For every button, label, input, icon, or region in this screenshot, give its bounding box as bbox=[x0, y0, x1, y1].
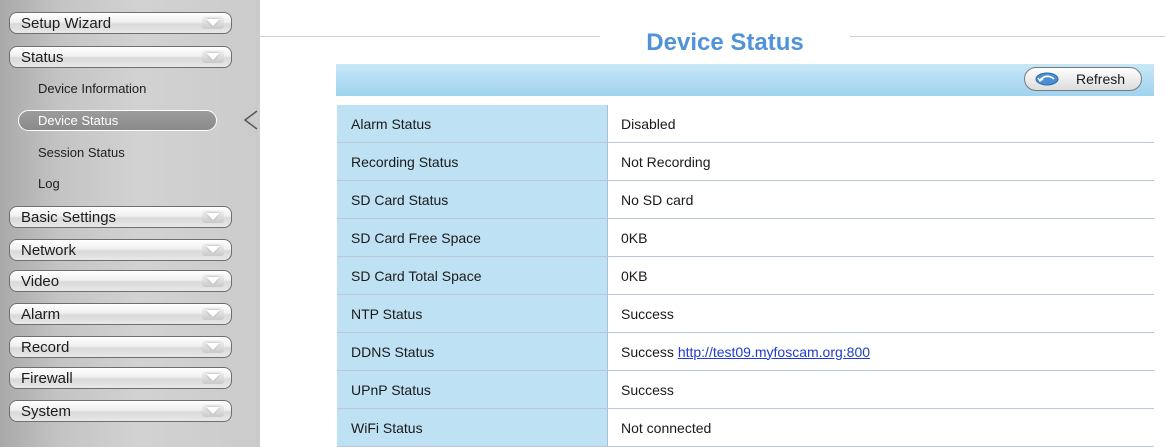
table-row: UPnP Status Success bbox=[337, 370, 1154, 409]
menu-label: Record bbox=[21, 339, 70, 356]
status-value: Success bbox=[607, 370, 1154, 409]
menu-label: Firewall bbox=[21, 370, 73, 387]
menu-sub-session-status[interactable]: Session Status bbox=[38, 145, 125, 160]
menu-label: Alarm bbox=[21, 306, 61, 323]
chevron-down-icon bbox=[202, 404, 224, 417]
status-label: SD Card Status bbox=[337, 180, 608, 219]
status-value-text: 0KB bbox=[621, 267, 648, 284]
menu-label: System bbox=[21, 403, 72, 420]
ddns-link[interactable]: http://test09.myfoscam.org:800 bbox=[678, 344, 870, 360]
status-value-text: Success bbox=[621, 381, 674, 398]
menu-label: Video bbox=[21, 273, 60, 290]
menu-sub-label: Device Status bbox=[38, 113, 119, 128]
status-value-text: Success bbox=[621, 343, 674, 360]
chevron-down-icon bbox=[202, 340, 224, 353]
status-value: No SD card bbox=[607, 180, 1154, 219]
status-value: Success http://test09.myfoscam.org:800 bbox=[607, 332, 1154, 371]
device-status-table: Alarm Status Disabled Recording Status Not … bbox=[337, 105, 1154, 447]
status-value-text: 0KB bbox=[621, 229, 648, 246]
table-row: SD Card Total Space 0KB bbox=[337, 256, 1154, 295]
menu-network[interactable]: Network bbox=[9, 239, 232, 261]
chevron-down-icon bbox=[202, 16, 224, 29]
status-value: Not Recording bbox=[607, 142, 1154, 181]
menu-label: Status bbox=[21, 49, 64, 66]
chevron-down-icon bbox=[202, 243, 224, 256]
table-row: WiFi Status Not connected bbox=[337, 408, 1154, 447]
menu-firewall[interactable]: Firewall bbox=[9, 367, 232, 389]
table-row: DDNS Status Success http://test09.myfosca… bbox=[337, 332, 1154, 371]
status-label: Alarm Status bbox=[337, 105, 608, 143]
table-row: NTP Status Success bbox=[337, 294, 1154, 333]
pointer-icon bbox=[243, 110, 258, 130]
menu-label: Network bbox=[21, 242, 77, 259]
menu-sub-device-information[interactable]: Device Information bbox=[38, 81, 146, 96]
menu-status[interactable]: Status bbox=[9, 46, 232, 68]
status-label: SD Card Free Space bbox=[337, 218, 608, 257]
chevron-down-icon bbox=[202, 307, 224, 320]
status-label: Recording Status bbox=[337, 142, 608, 181]
menu-label: Setup Wizard bbox=[21, 15, 112, 32]
status-value-text: Not connected bbox=[621, 419, 712, 436]
status-label: SD Card Total Space bbox=[337, 256, 608, 295]
refresh-button[interactable]: Refresh bbox=[1024, 67, 1142, 91]
table-row: Recording Status Not Recording bbox=[337, 142, 1154, 181]
menu-sub-device-status[interactable]: Device Status bbox=[18, 110, 217, 131]
status-value: 0KB bbox=[607, 218, 1154, 257]
menu-record[interactable]: Record bbox=[9, 336, 232, 358]
status-label: NTP Status bbox=[337, 294, 608, 333]
page-title: Device Status bbox=[600, 29, 850, 57]
status-value: Not connected bbox=[607, 408, 1154, 447]
status-value: 0KB bbox=[607, 256, 1154, 295]
table-row: Alarm Status Disabled bbox=[337, 105, 1154, 143]
menu-sub-log[interactable]: Log bbox=[38, 176, 60, 191]
refresh-label: Refresh bbox=[1076, 71, 1126, 87]
refresh-icon bbox=[1035, 72, 1059, 86]
status-label: UPnP Status bbox=[337, 370, 608, 409]
chevron-down-icon bbox=[202, 274, 224, 287]
status-value-text: Success bbox=[621, 305, 674, 322]
chevron-down-icon bbox=[202, 210, 224, 223]
table-row: SD Card Free Space 0KB bbox=[337, 218, 1154, 257]
menu-video[interactable]: Video bbox=[9, 270, 232, 292]
status-value-text: Not Recording bbox=[621, 153, 711, 170]
menu-basic-settings[interactable]: Basic Settings bbox=[9, 206, 232, 228]
status-value: Success bbox=[607, 294, 1154, 333]
menu-system[interactable]: System bbox=[9, 400, 232, 422]
chevron-down-icon bbox=[202, 371, 224, 384]
sidebar: Setup Wizard Status Device Information D… bbox=[0, 0, 260, 447]
status-value-text: Disabled bbox=[621, 115, 676, 132]
chevron-down-icon bbox=[202, 50, 224, 63]
menu-setup-wizard[interactable]: Setup Wizard bbox=[9, 12, 232, 34]
table-row: SD Card Status No SD card bbox=[337, 180, 1154, 219]
status-value: Disabled bbox=[607, 105, 1154, 143]
menu-label: Basic Settings bbox=[21, 209, 117, 226]
status-label: WiFi Status bbox=[337, 408, 608, 447]
status-label: DDNS Status bbox=[337, 332, 608, 371]
menu-alarm[interactable]: Alarm bbox=[9, 303, 232, 325]
status-value-text: No SD card bbox=[621, 191, 694, 208]
